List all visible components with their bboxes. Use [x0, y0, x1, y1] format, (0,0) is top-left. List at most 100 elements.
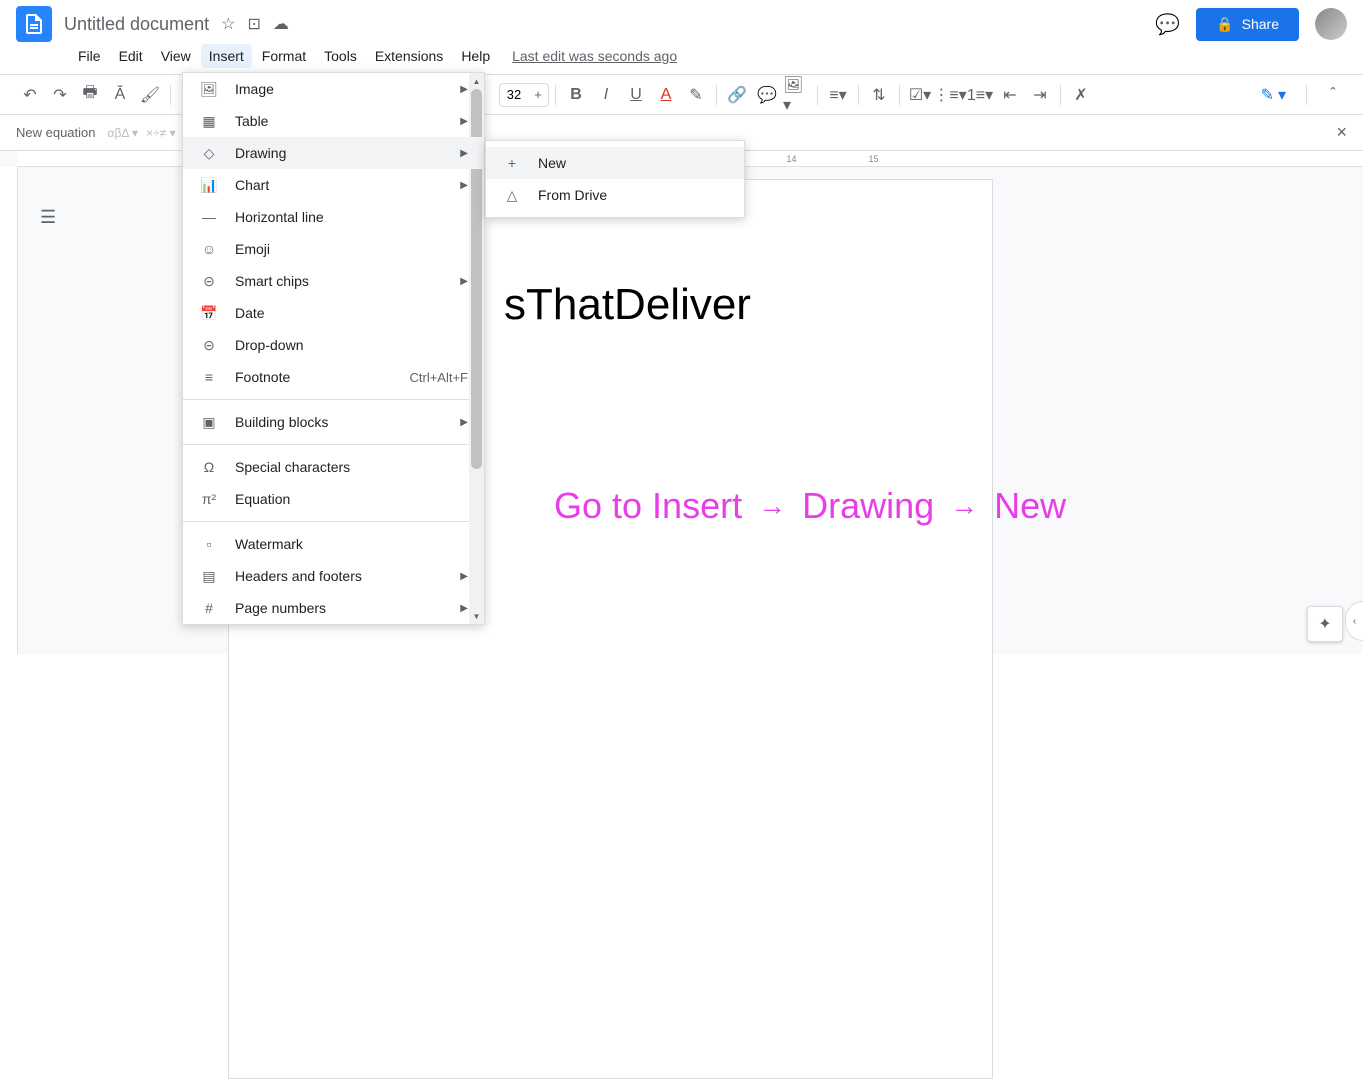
- insert-headers-and-footers[interactable]: ▤Headers and footers▶: [183, 560, 484, 592]
- menu-separator: [183, 399, 484, 400]
- header-right: 💬 🔒 Share: [1155, 8, 1347, 41]
- arrow-icon: →: [758, 490, 786, 522]
- underline-icon[interactable]: U: [622, 81, 650, 109]
- menu-item-label: Date: [235, 305, 265, 321]
- increase-indent-icon[interactable]: ⇥: [1026, 81, 1054, 109]
- italic-icon[interactable]: I: [592, 81, 620, 109]
- lock-icon: 🔒: [1216, 16, 1233, 33]
- insert-image[interactable]: 🖼 Image ▶: [183, 73, 484, 105]
- image-icon: 🖼: [199, 81, 219, 98]
- explore-button[interactable]: ✦: [1307, 606, 1343, 642]
- bullet-list-icon[interactable]: ⋮≡▾: [936, 81, 964, 109]
- menu-extensions[interactable]: Extensions: [367, 44, 451, 68]
- plus-icon: +: [502, 155, 522, 171]
- close-equation-bar[interactable]: ×: [1336, 122, 1347, 143]
- document-title[interactable]: Untitled document: [64, 14, 209, 35]
- menu-insert[interactable]: Insert: [201, 44, 252, 68]
- line-spacing-icon[interactable]: ⇅: [865, 81, 893, 109]
- text-color-icon[interactable]: A: [652, 81, 680, 109]
- insert-chart[interactable]: 📊Chart▶: [183, 169, 484, 201]
- menu-item-label: Image: [235, 81, 274, 97]
- chevron-right-icon: ▶: [460, 571, 468, 582]
- insert-watermark[interactable]: ▫Watermark: [183, 528, 484, 560]
- link-icon[interactable]: 🔗: [723, 81, 751, 109]
- table-icon: ▦: [199, 113, 219, 130]
- dropdown-icon: ⊝: [199, 337, 219, 354]
- menu-tools[interactable]: Tools: [316, 44, 365, 68]
- vertical-ruler[interactable]: [0, 167, 18, 654]
- insert-drop-down[interactable]: ⊝Drop-down: [183, 329, 484, 361]
- move-icon[interactable]: ⊡: [247, 14, 260, 34]
- insert-smart-chips[interactable]: ⊝Smart chips▶: [183, 265, 484, 297]
- footnote-icon: ≡: [199, 369, 219, 385]
- checklist-icon[interactable]: ☑▾: [906, 81, 934, 109]
- greek-symbols[interactable]: αβΔ ▾: [108, 126, 139, 140]
- drawing-icon: ◇: [199, 145, 219, 162]
- insert-horizontal-line[interactable]: —Horizontal line: [183, 201, 484, 233]
- print-icon[interactable]: 🖶: [76, 81, 104, 109]
- document-text[interactable]: sThatDeliver: [504, 280, 751, 330]
- comment-history-icon[interactable]: 💬: [1155, 12, 1180, 37]
- paint-format-icon[interactable]: 🖌: [136, 81, 164, 109]
- spellcheck-icon[interactable]: Ă: [106, 81, 134, 109]
- user-avatar[interactable]: [1315, 8, 1347, 40]
- insert-drawing[interactable]: ◇Drawing▶: [183, 137, 484, 169]
- expand-icon[interactable]: ˆ: [1319, 81, 1347, 109]
- insert-emoji[interactable]: ☺Emoji: [183, 233, 484, 265]
- numbered-list-icon[interactable]: 1≡▾: [966, 81, 994, 109]
- chips-icon: ⊝: [199, 273, 219, 290]
- insert-equation[interactable]: π²Equation: [183, 483, 484, 515]
- decrease-indent-icon[interactable]: ⇤: [996, 81, 1024, 109]
- insert-table[interactable]: ▦Table▶: [183, 105, 484, 137]
- misc-symbols[interactable]: ×÷≠ ▾: [146, 126, 176, 140]
- last-edit-link[interactable]: Last edit was seconds ago: [512, 48, 677, 64]
- chevron-right-icon: ▶: [460, 180, 468, 191]
- editing-mode-button[interactable]: ✎ ▾: [1253, 81, 1294, 109]
- new-equation-label[interactable]: New equation: [16, 125, 96, 140]
- insert-menu-dropdown: ▲ ▼ 🖼Image▶▦Table▶◇Drawing▶📊Chart▶—Horiz…: [182, 72, 485, 625]
- menu-separator: [183, 444, 484, 445]
- menu-item-label: Special characters: [235, 459, 350, 475]
- clear-format-icon[interactable]: ✗: [1067, 81, 1095, 109]
- insert-footnote[interactable]: ≡FootnoteCtrl+Alt+F: [183, 361, 484, 393]
- menubar: FileEditViewInsertFormatToolsExtensionsH…: [0, 40, 1363, 75]
- menu-item-label: Table: [235, 113, 268, 129]
- menu-file[interactable]: File: [70, 44, 109, 68]
- insert-building-blocks[interactable]: ▣Building blocks▶: [183, 406, 484, 438]
- chevron-right-icon: ▶: [460, 84, 468, 95]
- insert-date[interactable]: 📅Date: [183, 297, 484, 329]
- hr-icon: —: [199, 209, 219, 225]
- align-icon[interactable]: ≡▾: [824, 81, 852, 109]
- menu-edit[interactable]: Edit: [111, 44, 151, 68]
- menu-view[interactable]: View: [153, 44, 199, 68]
- menu-item-label: Footnote: [235, 369, 290, 385]
- star-icon[interactable]: ☆: [221, 14, 235, 34]
- equation-icon: π²: [199, 491, 219, 507]
- menu-help[interactable]: Help: [453, 44, 498, 68]
- font-size-input[interactable]: [500, 87, 528, 102]
- redo-icon[interactable]: ↷: [46, 81, 74, 109]
- bold-icon[interactable]: B: [562, 81, 590, 109]
- menu-format[interactable]: Format: [254, 44, 314, 68]
- comment-icon[interactable]: 💬: [753, 81, 781, 109]
- insert-special-characters[interactable]: ΩSpecial characters: [183, 451, 484, 483]
- side-panel-tab[interactable]: ‹: [1345, 601, 1363, 641]
- insert-page-numbers[interactable]: #Page numbers▶: [183, 592, 484, 624]
- annotation-part-1: Go to Insert: [554, 485, 742, 527]
- share-label: Share: [1242, 16, 1279, 32]
- image-insert-icon[interactable]: 🖼▾: [783, 81, 811, 109]
- cloud-icon[interactable]: ☁: [273, 14, 289, 34]
- share-button[interactable]: 🔒 Share: [1196, 8, 1299, 41]
- equation-symbols: αβΔ ▾ ×÷≠ ▾: [108, 126, 176, 140]
- undo-icon[interactable]: ↶: [16, 81, 44, 109]
- docs-logo[interactable]: [16, 6, 52, 42]
- font-size-plus[interactable]: +: [528, 84, 548, 106]
- menu-item-label: Drawing: [235, 145, 286, 161]
- chevron-right-icon: ▶: [460, 276, 468, 287]
- highlight-icon[interactable]: ✎: [682, 81, 710, 109]
- drawing-from-drive[interactable]: △From Drive: [486, 179, 744, 211]
- titlebar: Untitled document ☆ ⊡ ☁ 💬 🔒 Share: [0, 0, 1363, 40]
- arrow-icon: →: [950, 490, 978, 522]
- outline-toggle-icon[interactable]: ☰: [40, 207, 56, 228]
- drawing-new[interactable]: +New: [486, 147, 744, 179]
